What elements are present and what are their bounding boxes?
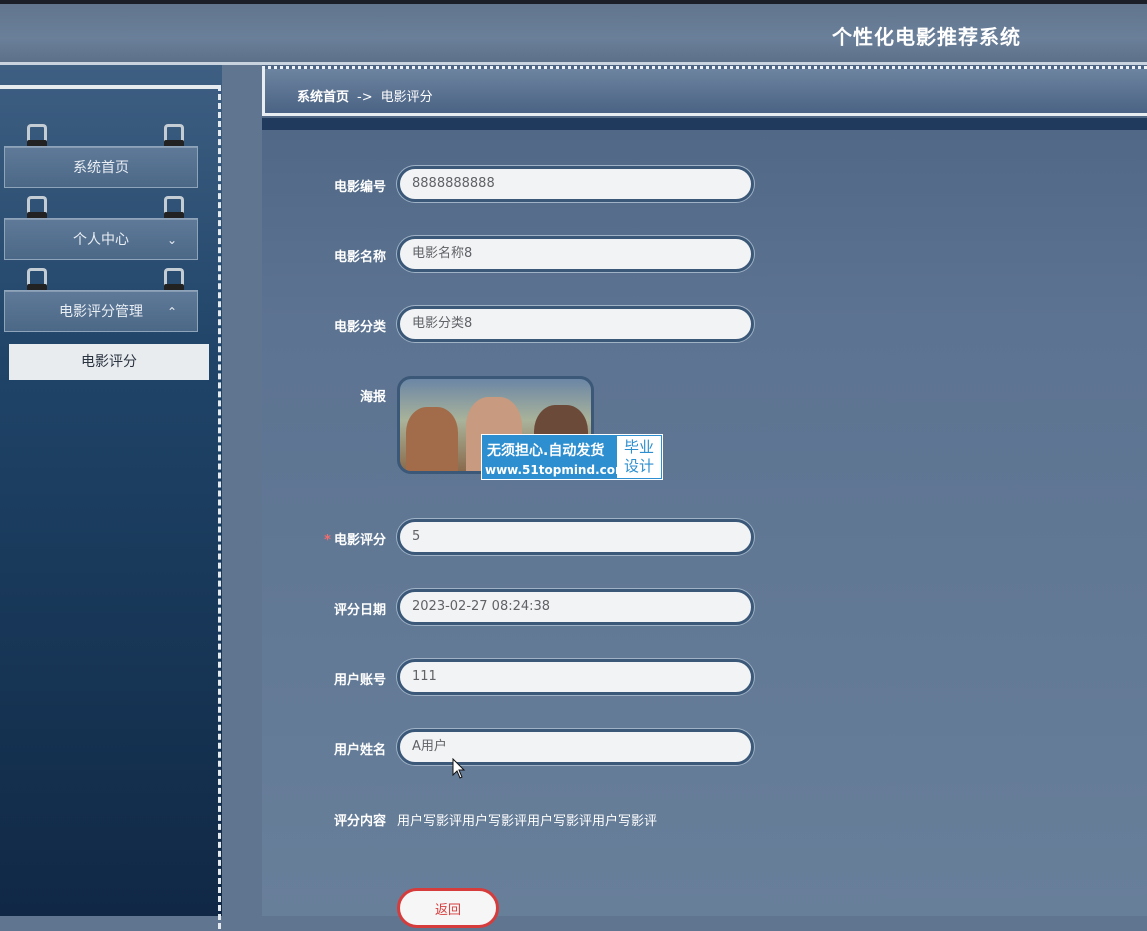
movie-id-field[interactable]: 8888888888 [397,166,754,202]
movie-id-label: 电影编号 [333,180,386,195]
rating-label: * 电影评分 [266,529,386,548]
watermark-badge: 毕业 设计 [617,436,661,478]
breadcrumb-home[interactable]: 系统首页 [297,90,349,105]
watermark-line2: www.51topmind.com [485,463,628,477]
sidebar-item-label: 系统首页 [73,160,129,176]
header: 个性化电影推荐系统 [0,4,1147,65]
rating-date-field[interactable]: 2023-02-27 08:24:38 [397,589,754,625]
user-name-label: 用户姓名 [333,743,386,758]
watermark-badge-line1: 毕业 [623,438,654,456]
binder-clip-icon [27,196,47,222]
rating-field[interactable]: 5 [397,519,754,555]
binder-clip-icon [27,268,47,294]
binder-clip-icon [164,268,184,294]
chevron-down-icon: ⌄ [166,233,177,247]
binder-clip-icon [164,124,184,150]
poster-label: 海报 [359,390,386,405]
user-account-field[interactable]: 111 [397,659,754,695]
user-name-field[interactable]: A用户 [397,729,754,765]
back-button[interactable]: 返回 [397,888,499,928]
breadcrumb-separator: -> [357,90,373,105]
sidebar-item-home[interactable]: 系统首页 [4,146,198,188]
movie-name-field[interactable]: 电影名称8 [397,236,754,272]
required-mark: * [324,533,331,548]
sidebar-item-label: 个人中心 [73,232,129,248]
rating-date-label: 评分日期 [333,603,386,618]
breadcrumb-current: 电影评分 [380,90,433,105]
binder-clip-icon [27,124,47,150]
breadcrumb-trail: 系统首页 -> 电影评分 [297,86,433,105]
movie-name-label: 电影名称 [333,250,386,265]
sidebar-item-rating-management[interactable]: 电影评分管理 ⌃ [4,290,198,332]
watermark-banner: 无须担心.自动发货 www.51topmind.com 毕业 设计 [481,434,663,480]
poster-figure [406,407,458,471]
sidebar-item-personal-center[interactable]: 个人中心 ⌄ [4,218,198,260]
review-content-label: 评分内容 [333,814,386,829]
watermark-badge-line2: 设计 [623,457,654,475]
binder-clip-icon [164,196,184,222]
watermark-line1: 无须担心.自动发货 [487,443,605,459]
rating-label-text: 电影评分 [333,533,386,548]
app-title: 个性化电影推荐系统 [832,25,1021,49]
breadcrumb: 系统首页 -> 电影评分 [262,66,1147,116]
sidebar-item-label: 电影评分管理 [59,304,143,320]
movie-category-label: 电影分类 [333,320,386,335]
review-content-text: 用户写影评用户写影评用户写影评用户写影评 [397,814,658,829]
mouse-cursor-icon [452,758,466,779]
user-account-label: 用户账号 [333,673,386,688]
movie-category-field[interactable]: 电影分类8 [397,306,754,342]
divider [262,118,1147,130]
chevron-up-icon: ⌃ [166,305,177,319]
submenu-item-movie-rating[interactable]: 电影评分 [9,344,209,380]
